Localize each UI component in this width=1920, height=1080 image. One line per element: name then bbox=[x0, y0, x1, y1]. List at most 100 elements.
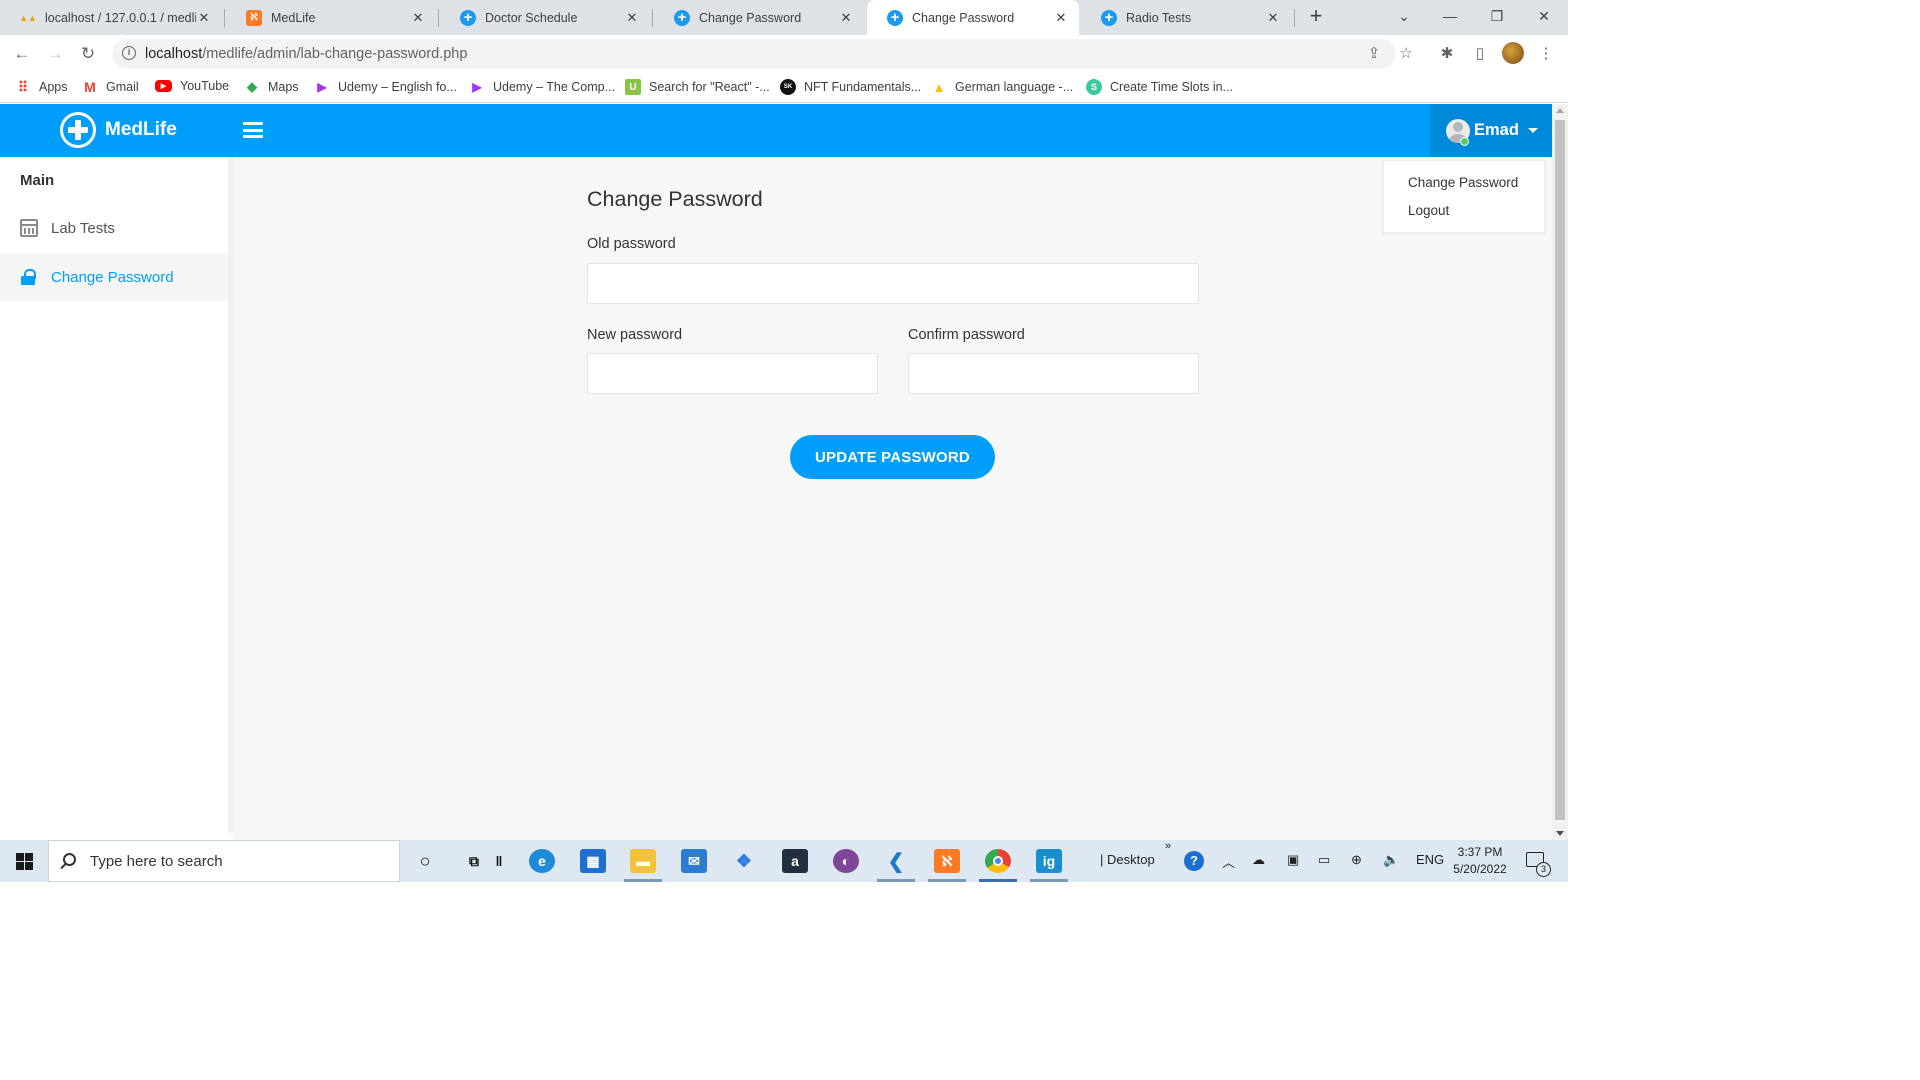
new-password-label: New password bbox=[587, 327, 683, 343]
dropbox-icon[interactable]: ❖ bbox=[731, 849, 757, 873]
edge-icon[interactable]: e bbox=[529, 849, 555, 873]
bookmark-german[interactable]: ▲ German language -... bbox=[931, 79, 1074, 95]
close-tab-icon[interactable]: ✕ bbox=[624, 10, 640, 26]
user-dropdown-menu: Change Password Logout bbox=[1383, 160, 1545, 233]
back-icon[interactable]: ← bbox=[10, 43, 34, 65]
profile-avatar[interactable] bbox=[1502, 42, 1524, 64]
show-hidden-icons-icon[interactable]: ︿ bbox=[1222, 852, 1235, 871]
time-slots-icon: S bbox=[1086, 79, 1102, 95]
tor-browser-icon[interactable]: ◐ bbox=[833, 849, 859, 873]
battery-icon[interactable]: ▭ bbox=[1318, 852, 1330, 868]
bookmark-apps[interactable]: ⠿ Apps bbox=[15, 79, 68, 95]
apps-grid-icon: ⠿ bbox=[17, 78, 29, 95]
bookmark-youtube[interactable]: ▶ YouTube bbox=[155, 79, 229, 93]
vscode-icon[interactable]: ❮ bbox=[883, 849, 909, 873]
bookmark-star-icon[interactable]: ☆ bbox=[1395, 43, 1417, 65]
browser-tab[interactable]: Radio Tests ✕ bbox=[1081, 0, 1291, 35]
bookmark-nft[interactable]: SK NFT Fundamentals... bbox=[780, 79, 921, 95]
sidebar-item-change-password[interactable]: Change Password bbox=[0, 253, 234, 301]
minimize-button[interactable]: — bbox=[1435, 4, 1465, 28]
bookmark-time-slots[interactable]: S Create Time Slots in... bbox=[1086, 79, 1233, 95]
taskbar-search-box[interactable]: Type here to search bbox=[48, 840, 400, 882]
file-explorer-icon[interactable]: ▬ bbox=[630, 849, 656, 873]
windows-start-icon[interactable] bbox=[16, 853, 33, 870]
meet-now-icon[interactable]: ▣ bbox=[1287, 852, 1299, 868]
windows-taskbar: Type here to search ○ ⧉ ‖ e ▦ ▬ ✉ ❖ a ◐ … bbox=[0, 840, 1568, 882]
scroll-up-arrow-icon[interactable] bbox=[1556, 108, 1564, 113]
menu-toggle-icon[interactable] bbox=[243, 122, 263, 138]
browser-tab[interactable]: ▲▲ localhost / 127.0.0.1 / medlife ✕ bbox=[0, 0, 222, 35]
cortana-icon[interactable]: ○ bbox=[412, 849, 438, 873]
bookmark-udemy-comp[interactable]: ▶ Udemy – The Comp... bbox=[469, 79, 615, 95]
sidebar-section-title: Main bbox=[20, 172, 55, 189]
dropdown-item-change-password[interactable]: Change Password bbox=[1408, 175, 1518, 190]
search-icon bbox=[63, 853, 76, 866]
chrome-icon[interactable] bbox=[985, 849, 1011, 873]
xampp-icon[interactable]: ℵ bbox=[934, 849, 960, 873]
browser-tab[interactable]: Doctor Schedule ✕ bbox=[440, 0, 650, 35]
system-clock[interactable]: 3:37 PM 5/20/2022 bbox=[1450, 844, 1510, 878]
notification-count-badge: 3 bbox=[1536, 862, 1551, 877]
address-bar[interactable]: i localhost/medlife/admin/lab-change-pas… bbox=[112, 39, 1396, 69]
medical-cross-icon bbox=[60, 112, 96, 148]
new-tab-button[interactable]: + bbox=[1305, 5, 1327, 29]
sidebar: Main Lab Tests Change Password bbox=[0, 157, 234, 840]
volume-icon[interactable]: 🔈 bbox=[1383, 852, 1399, 868]
user-menu-toggle[interactable]: Emad bbox=[1430, 104, 1552, 157]
update-password-button[interactable]: Update Password bbox=[790, 435, 995, 479]
onedrive-icon[interactable]: ☁ bbox=[1252, 852, 1265, 868]
browser-tab[interactable]: ℵ MedLife ✕ bbox=[226, 0, 436, 35]
restore-button[interactable]: ❐ bbox=[1482, 4, 1512, 28]
extensions-icon[interactable]: ✱ bbox=[1436, 43, 1458, 65]
browser-tab[interactable]: Change Password ✕ bbox=[654, 0, 864, 35]
old-password-field[interactable] bbox=[587, 263, 1199, 304]
browser-menu-icon[interactable]: ⋮ bbox=[1535, 43, 1557, 65]
bookmark-gmail[interactable]: M Gmail bbox=[82, 79, 139, 95]
nft-icon: SK bbox=[780, 79, 796, 95]
page-scrollbar[interactable] bbox=[1552, 104, 1568, 840]
browser-tab-active[interactable]: Change Password ✕ bbox=[867, 0, 1079, 35]
scrollbar-thumb[interactable] bbox=[1555, 120, 1565, 820]
side-panel-icon[interactable]: ▯ bbox=[1469, 43, 1491, 65]
close-tab-icon[interactable]: ✕ bbox=[1053, 10, 1069, 26]
new-password-field[interactable] bbox=[587, 353, 878, 394]
confirm-password-label: Confirm password bbox=[908, 327, 1025, 343]
bookmark-search-react[interactable]: U Search for "React" -... bbox=[625, 79, 770, 95]
dropdown-item-logout[interactable]: Logout bbox=[1408, 203, 1449, 218]
url-text[interactable]: localhost/medlife/admin/lab-change-passw… bbox=[145, 46, 467, 62]
share-icon[interactable]: ⇪ bbox=[1364, 44, 1384, 64]
task-view-icon[interactable]: ⧉ bbox=[461, 849, 487, 873]
close-tab-icon[interactable]: ✕ bbox=[838, 10, 854, 26]
language-indicator[interactable]: ENG bbox=[1416, 852, 1444, 867]
close-tab-icon[interactable]: ✕ bbox=[196, 10, 212, 26]
tab-search-icon[interactable]: ⌄ bbox=[1389, 4, 1419, 28]
mail-icon[interactable]: ✉ bbox=[681, 849, 707, 873]
confirm-password-field[interactable] bbox=[908, 353, 1199, 394]
xampp-icon: ℵ bbox=[246, 9, 262, 26]
site-info-icon[interactable]: i bbox=[122, 46, 136, 60]
medlife-icon bbox=[674, 9, 690, 26]
amazon-icon[interactable]: a bbox=[782, 849, 808, 873]
ig-app-icon[interactable]: ig bbox=[1036, 849, 1062, 873]
upwork-icon: U bbox=[625, 79, 641, 95]
lock-icon bbox=[20, 268, 38, 286]
forward-icon[interactable]: → bbox=[43, 43, 67, 65]
brand-logo[interactable]: MedLife bbox=[60, 112, 177, 148]
calendar-icon bbox=[20, 219, 38, 237]
reload-icon[interactable]: ↻ bbox=[76, 43, 100, 65]
desktop-toolbar-label[interactable]: | Desktop bbox=[1100, 852, 1155, 867]
scroll-down-arrow-icon[interactable] bbox=[1556, 831, 1564, 836]
online-status-dot bbox=[1460, 137, 1469, 146]
browser-tab-strip: ▲▲ localhost / 127.0.0.1 / medlife ✕ ℵ M… bbox=[0, 0, 1568, 35]
close-tab-icon[interactable]: ✕ bbox=[1265, 10, 1281, 26]
sidebar-item-lab-tests[interactable]: Lab Tests bbox=[0, 204, 234, 252]
close-window-button[interactable]: ✕ bbox=[1529, 4, 1559, 28]
help-icon[interactable]: ? bbox=[1184, 851, 1204, 871]
store-icon[interactable]: ▦ bbox=[580, 849, 606, 873]
app-header: MedLife Emad bbox=[0, 104, 1552, 157]
bookmark-udemy-english[interactable]: ▶ Udemy – English fo... bbox=[314, 79, 456, 95]
expand-toolbar-icon[interactable]: » bbox=[1165, 840, 1171, 852]
bookmark-maps[interactable]: ◆ Maps bbox=[244, 79, 299, 95]
close-tab-icon[interactable]: ✕ bbox=[410, 10, 426, 26]
network-icon[interactable]: ⊕ bbox=[1351, 852, 1362, 868]
